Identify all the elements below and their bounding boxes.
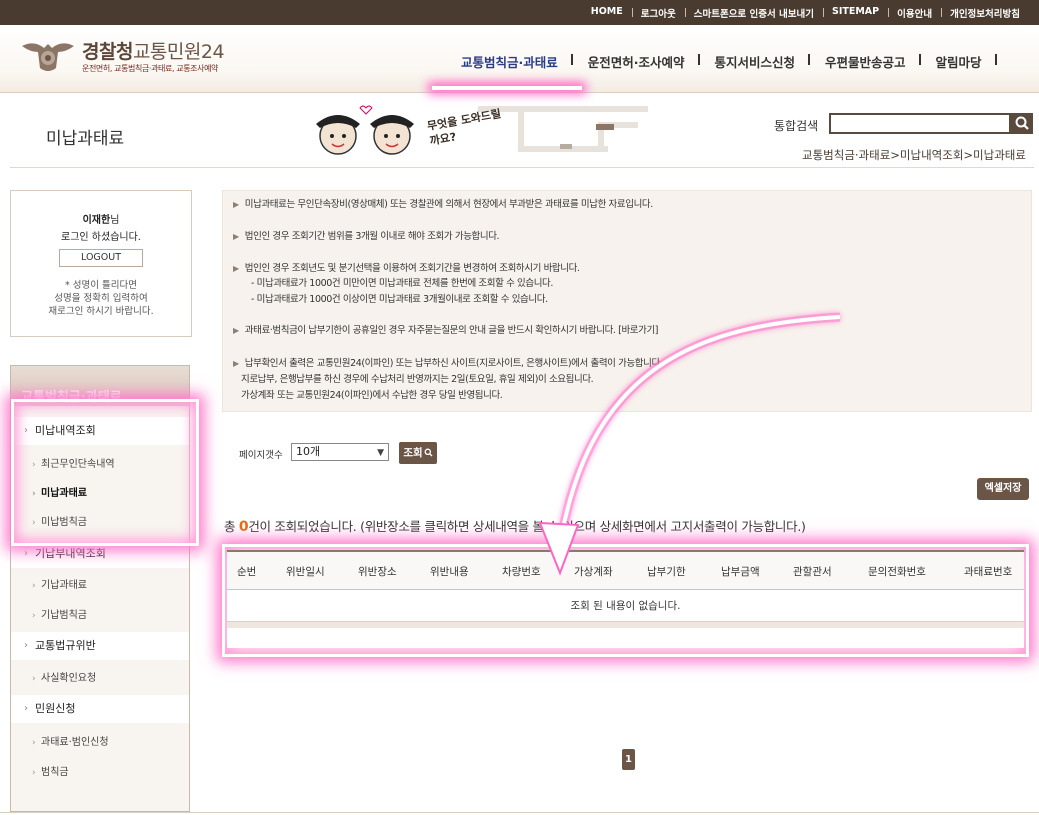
login-box: 이재한님 로그인 하셨습니다. LOGOUT * 성명이 틀리다면 성명을 정확…: [10, 190, 192, 337]
site-logo-title[interactable]: 경찰청교통민원24: [82, 37, 225, 64]
table-footer-bar: [227, 622, 1024, 628]
chevron-down-icon: ▼: [377, 448, 384, 458]
col-header-datetime: 위반일시: [286, 566, 325, 578]
logout-link[interactable]: 로그아웃: [631, 6, 685, 20]
col-header-due-date: 납부기한: [647, 566, 686, 578]
col-header-office: 관할관서: [793, 566, 832, 578]
search-input[interactable]: [829, 113, 1011, 134]
bullet-triangle-icon: ▶: [233, 359, 239, 368]
top-utility-bar: HOME 로그아웃 스마트폰으로 인증서 내보내기 SITEMAP 이용안내 개…: [0, 0, 1039, 25]
bottom-divider: [0, 812, 1039, 813]
pagecount-label: 페이지갯수: [239, 450, 283, 461]
sitemap-link[interactable]: SITEMAP: [822, 6, 888, 20]
info-item: ▶ 법인인 경우 조회기간 범위를 3개월 이내로 해야 조회가 가능합니다.: [233, 230, 500, 244]
bullet-triangle-icon: ▶: [233, 232, 239, 241]
pagination-current-page[interactable]: 1: [622, 749, 635, 770]
col-header-seq: 순번: [237, 566, 257, 578]
col-header-vehicle: 차량번호: [502, 566, 541, 578]
bullet-triangle-icon: ▶: [233, 200, 239, 209]
info-sub-item: 지로납부, 은행납부를 하신 경우에 수납처리 반영까지는 2일(토요일, 휴일…: [241, 374, 594, 385]
info-text: 법인인 경우 조회기간 범위를 3개월 이내로 해야 조회가 가능합니다.: [244, 231, 500, 242]
info-sub-item: 가상계좌 또는 교통민원24(이파인)에서 수납한 경우 당일 반영됩니다.: [241, 390, 503, 401]
col-header-virtual-account: 가상계좌: [574, 566, 613, 578]
user-name: 이재한: [82, 215, 111, 226]
breadcrumb: 교통범칙금·과태료>미납내역조회>미납과태료: [802, 148, 1026, 162]
lnb-penalty[interactable]: 범칙금: [11, 762, 189, 784]
result-suffix: 건이 조회되었습니다. (위반장소를 클릭하면 상세내역을 볼 수 있으며 상세…: [248, 519, 806, 534]
result-table: 순번 위반일시 위반장소 위반내용 차량번호 가상계좌 납부기한 납부금액 관할…: [227, 550, 1024, 648]
home-link[interactable]: HOME: [582, 6, 632, 20]
info-item: ▶ 법인인 경우 조회년도 및 분기선택을 이용하여 조회기간을 변경하여 조회하…: [233, 262, 580, 276]
result-prefix: 총: [224, 519, 239, 534]
user-name-suffix: 님: [110, 215, 120, 226]
info-item: ▶ 과태료·범칙금이 납부기한이 공휴일인 경우 자주묻는질문의 안내 글을 반드…: [233, 324, 659, 338]
info-text[interactable]: 과태료·범칙금이 납부기한이 공휴일인 경우 자주묻는질문의 안내 글을 반드시…: [245, 325, 659, 336]
global-nav: 교통범칙금·과태료 운전면허·조사예약 통지서비스신청 우편물반송공고 알림마당: [446, 52, 997, 71]
excel-save-button[interactable]: 엑셀저장: [977, 478, 1029, 500]
lnb-fine-request[interactable]: 과태료·범인신청: [11, 732, 189, 754]
active-nav-highlight: [432, 86, 582, 90]
logo-title-agency: 경찰청: [82, 41, 133, 63]
info-item: ▶ 납부확인서 출력은 교통민원24(이파인) 또는 납부하신 사이트(지로사이트…: [233, 357, 663, 371]
login-note: * 성명이 틀리다면 성명을 정확히 입력하여 재로그인 하시기 바랍니다.: [11, 279, 191, 318]
login-note-line: 성명을 정확히 입력하여: [54, 293, 148, 304]
lnb-paid-penalty[interactable]: 기납범칙금: [11, 605, 189, 627]
bullet-triangle-icon: ▶: [233, 264, 239, 273]
col-header-place: 위반장소: [358, 566, 397, 578]
table-empty-row: 조회 된 내용이 없습니다.: [227, 590, 1024, 622]
search-label: 통합검색: [774, 119, 819, 133]
police-emblem-icon[interactable]: [20, 38, 76, 74]
guide-link[interactable]: 이용안내: [888, 6, 941, 20]
info-text: 납부확인서 출력은 교통민원24(이파인) 또는 납부하신 사이트(지로사이트,…: [244, 358, 663, 369]
page-title: 미납과태료: [46, 129, 125, 149]
gnb-returned-mail[interactable]: 우편물반송공고: [810, 52, 921, 71]
login-note-line: 재로그인 하시기 바랍니다.: [48, 306, 154, 317]
logout-button[interactable]: LOGOUT: [59, 249, 143, 267]
search-button[interactable]: [1011, 113, 1033, 134]
query-button[interactable]: 조회: [399, 442, 437, 464]
lnb-paid-fine[interactable]: 기납과태료: [11, 575, 189, 597]
info-sub-item: - 미납과태료가 1000건 미만이면 미납과태료 전체를 한번에 조회할 수 …: [251, 278, 554, 289]
info-text: 법인인 경우 조회년도 및 분기선택을 이용하여 조회기간을 변경하여 조회하시…: [244, 263, 580, 274]
bullet-triangle-icon: ▶: [233, 326, 239, 335]
query-label: 조회: [403, 447, 423, 459]
info-box: ▶ 미납과태료는 무인단속장비(영상매체) 또는 경찰관에 의해서 현장에서 부과…: [222, 190, 1032, 412]
info-sub-item: - 미납과태료가 1000건 이상이면 미납과태료 3개월이내로 조회할 수 있…: [251, 294, 548, 305]
lnb-focus-highlight: [11, 399, 199, 546]
col-header-content: 위반내용: [430, 566, 469, 578]
col-header-phone: 문의전화번호: [868, 566, 926, 578]
export-cert-link[interactable]: 스마트폰으로 인증서 내보내기: [684, 6, 823, 20]
login-welcome: 로그인 하셨습니다.: [61, 232, 141, 243]
login-note-line: * 성명이 틀리다면: [65, 280, 137, 291]
info-item: ▶ 미납과태료는 무인단속장비(영상매체) 또는 경찰관에 의해서 현장에서 부과…: [233, 198, 653, 212]
site-header: 경찰청교통민원24 운전면허, 교통범칙금·과태료, 교통조사예약 교통범칙금·…: [0, 25, 1039, 93]
gnb-license[interactable]: 운전면허·조사예약: [573, 52, 700, 71]
privacy-policy-link[interactable]: 개인정보처리방침: [941, 6, 1029, 20]
info-text: 미납과태료는 무인단속장비(영상매체) 또는 경찰관에 의해서 현장에서 부과받…: [244, 199, 654, 210]
subheader-divider: [10, 167, 1034, 168]
lnb-civil-request[interactable]: 민원신청: [11, 695, 189, 723]
gnb-notice[interactable]: 알림마당: [921, 52, 997, 71]
logo-subtitle: 운전면허, 교통범칙금·과태료, 교통조사예약: [82, 64, 218, 73]
search-icon: [1015, 116, 1029, 130]
lnb-traffic-violation[interactable]: 교통법규위반: [11, 632, 189, 660]
pagecount-value: 10개: [296, 445, 321, 458]
col-header-amount: 납부금액: [721, 566, 760, 578]
search-icon: [424, 448, 433, 457]
table-header-row: 순번 위반일시 위반장소 위반내용 차량번호 가상계좌 납부기한 납부금액 관할…: [227, 550, 1024, 590]
col-header-fine-number: 과태료번호: [964, 566, 1013, 578]
gnb-fines[interactable]: 교통범칙금·과태료: [446, 52, 573, 71]
user-greeting: 이재한님: [11, 211, 191, 226]
result-summary: 총 0건이 조회되었습니다. (위반장소를 클릭하면 상세내역을 볼 수 있으며…: [224, 516, 806, 535]
pagecount-select[interactable]: 10개 ▼: [291, 443, 389, 461]
logo-title-service: 교통민원24: [132, 41, 225, 63]
lnb-fact-check[interactable]: 사실확인요청: [11, 668, 189, 690]
result-count: 0: [238, 519, 249, 535]
gnb-notification[interactable]: 통지서비스신청: [700, 52, 811, 71]
